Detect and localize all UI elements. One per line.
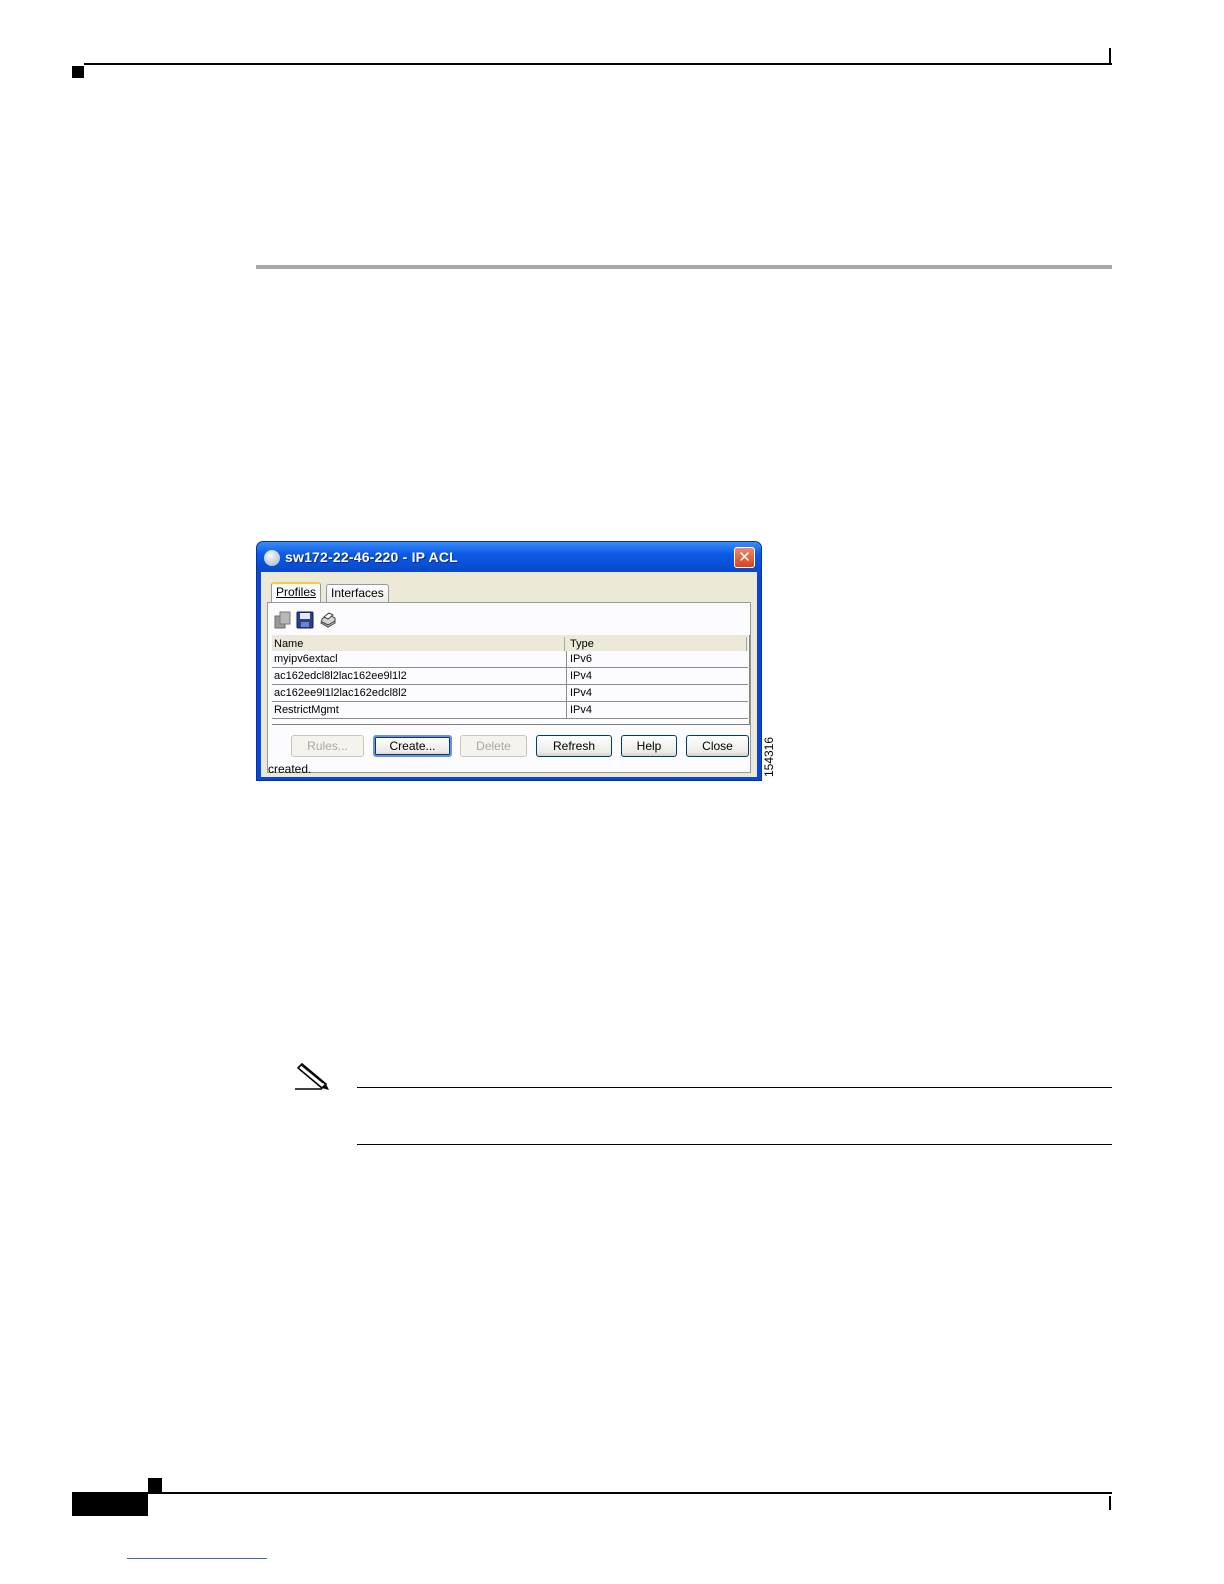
cell-divider <box>566 685 567 702</box>
close-button[interactable]: Close <box>686 735 749 757</box>
table-row[interactable]: ac162edcl8l2lac162ee9l1l2 IPv4 <box>272 668 748 685</box>
row-type: IPv6 <box>570 653 593 665</box>
column-divider[interactable] <box>746 637 747 651</box>
table-row[interactable]: myipv6extacl IPv6 <box>272 651 748 668</box>
figure-number: 154316 <box>762 736 776 778</box>
copy-icon[interactable] <box>272 610 292 630</box>
dialog-title-bar[interactable]: sw172-22-46-220 - IP ACL ✕ <box>257 542 761 572</box>
table-header: Name Type <box>272 635 748 651</box>
row-name: RestrictMgmt <box>274 704 339 716</box>
row-name: ac162edcl8l2lac162ee9l1l2 <box>274 670 407 682</box>
print-icon[interactable] <box>318 610 338 630</box>
row-type: IPv4 <box>570 687 593 699</box>
column-divider[interactable] <box>564 637 565 651</box>
tab-profiles[interactable]: Profiles <box>271 582 322 602</box>
dialog-title: sw172-22-46-220 - IP ACL <box>285 549 458 565</box>
note-pencil-icon <box>295 1062 329 1090</box>
rules-button[interactable]: Rules... <box>291 735 364 757</box>
create-button[interactable]: Create... <box>373 735 452 757</box>
footer-link-underline[interactable] <box>127 1558 267 1559</box>
cell-divider <box>566 668 567 685</box>
table-row[interactable]: ac162ee9l1l2lac162edcl8l2 IPv4 <box>272 685 748 702</box>
column-header-type[interactable]: Type <box>570 638 594 650</box>
note-top-rule <box>357 1087 1112 1088</box>
row-type: IPv4 <box>570 704 593 716</box>
header-tick <box>1109 48 1111 64</box>
header-rule <box>84 63 1112 65</box>
tab-interfaces-label: Interfaces <box>331 586 384 600</box>
cell-divider <box>566 651 567 668</box>
footer-marker <box>148 1478 162 1492</box>
header-marker <box>72 66 84 78</box>
footer-rule <box>148 1492 1112 1494</box>
row-name: ac162ee9l1l2lac162edcl8l2 <box>274 687 407 699</box>
footer-page-block <box>72 1492 148 1516</box>
tab-profiles-label: Profiles <box>276 585 317 599</box>
window-close-button[interactable]: ✕ <box>734 547 755 568</box>
tab-interfaces[interactable]: Interfaces <box>326 584 389 602</box>
dialog-client-area: Profiles Interfaces Name Type myipv6exta… <box>261 572 757 777</box>
footer-tick <box>1109 1496 1111 1510</box>
refresh-button[interactable]: Refresh <box>536 735 612 757</box>
ip-acl-dialog: sw172-22-46-220 - IP ACL ✕ Profiles Inte… <box>256 541 762 781</box>
column-header-name[interactable]: Name <box>274 638 303 650</box>
section-divider <box>256 265 1112 269</box>
cell-divider <box>566 702 567 719</box>
row-name: myipv6extacl <box>274 653 338 665</box>
acl-profiles-table: Name Type myipv6extacl IPv6 ac162edcl8l2… <box>272 635 750 725</box>
status-text: created. <box>268 762 312 776</box>
delete-button[interactable]: Delete <box>460 735 527 757</box>
row-type: IPv4 <box>570 670 593 682</box>
app-icon <box>264 550 280 566</box>
save-icon[interactable] <box>295 610 315 630</box>
help-button[interactable]: Help <box>621 735 677 757</box>
note-bottom-rule <box>357 1144 1112 1145</box>
table-row[interactable]: RestrictMgmt IPv4 <box>272 702 748 719</box>
